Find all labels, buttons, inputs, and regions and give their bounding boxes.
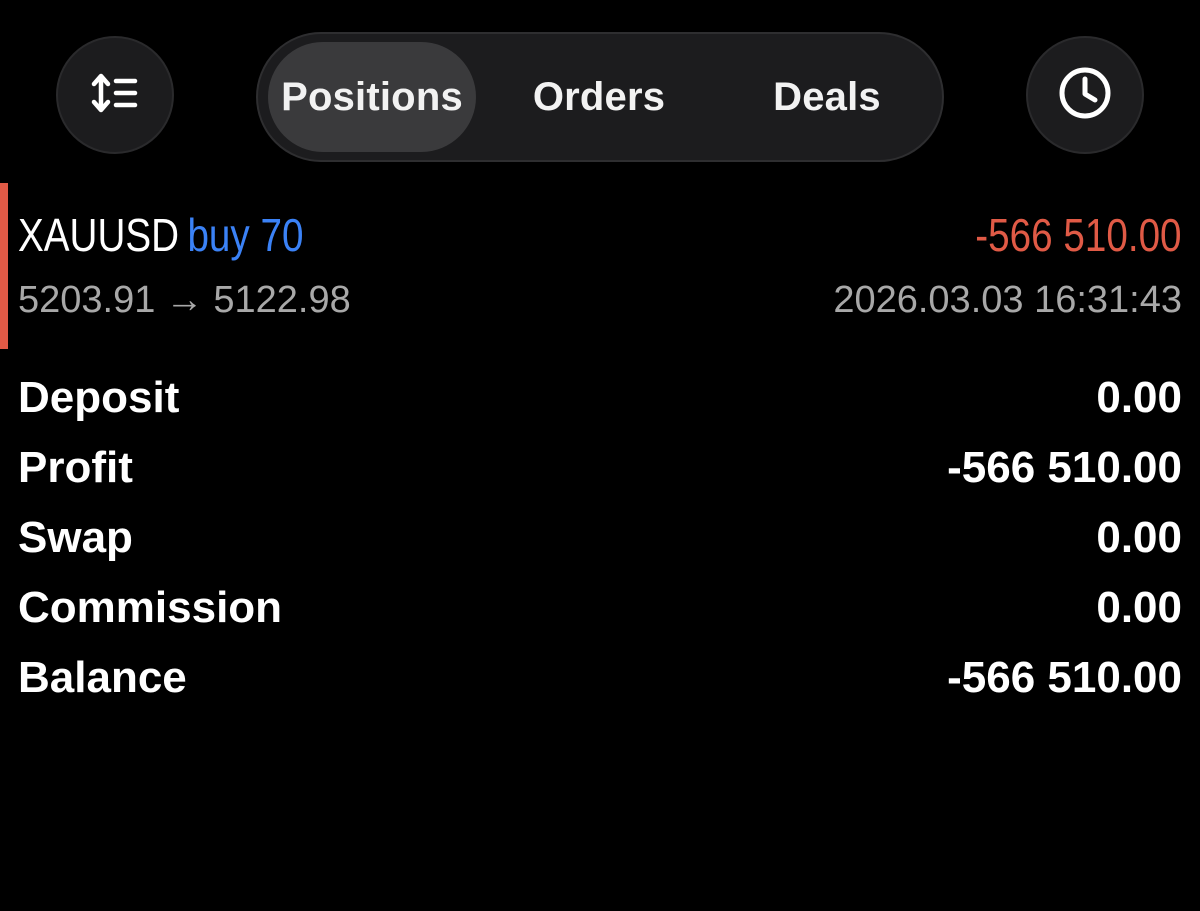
tab-positions[interactable]: Positions: [268, 42, 476, 152]
summary-value: -566 510.00: [947, 653, 1182, 702]
summary-value: -566 510.00: [947, 443, 1182, 492]
tab-orders[interactable]: Orders: [504, 42, 694, 152]
position-prices: 5203.91 → 5122.98: [18, 277, 351, 323]
summary-label: Deposit: [18, 373, 180, 422]
position-side-volume: buy 70: [187, 209, 304, 261]
position-time: 2026.03.03 16:31:43: [833, 279, 1182, 321]
summary-value: 0.00: [1096, 513, 1182, 562]
toolbar: Positions Orders Deals: [0, 0, 1200, 180]
summary-row-deposit: Deposit 0.00: [0, 364, 1200, 434]
summary-row-balance: Balance -566 510.00: [0, 644, 1200, 714]
summary-label: Profit: [18, 443, 133, 492]
position-title: XAUUSD buy 70: [18, 207, 303, 263]
current-price: 5122.98: [213, 279, 351, 321]
position-symbol: XAUUSD: [18, 209, 180, 261]
summary-value: 0.00: [1096, 583, 1182, 632]
summary-label: Balance: [18, 653, 187, 702]
position-profit: -566 510.00: [975, 209, 1182, 261]
sort-button[interactable]: [56, 36, 174, 154]
position-row[interactable]: XAUUSD buy 70 -566 510.00 5203.91 → 5122.98…: [0, 183, 1200, 349]
clock-icon: [1057, 65, 1113, 126]
summary-label: Commission: [18, 583, 283, 632]
open-price: 5203.91: [18, 279, 156, 321]
summary-row-profit: Profit -566 510.00: [0, 434, 1200, 504]
summary-row-swap: Swap 0.00: [0, 504, 1200, 574]
summary-label: Swap: [18, 513, 133, 562]
tab-bar: Positions Orders Deals: [256, 32, 944, 162]
tab-deals[interactable]: Deals: [732, 42, 922, 152]
summary-value: 0.00: [1096, 373, 1182, 422]
loss-indicator-bar: [0, 183, 8, 349]
arrow-right-icon: →: [165, 279, 204, 321]
sort-icon: [91, 71, 139, 120]
summary-row-commission: Commission 0.00: [0, 574, 1200, 644]
history-button[interactable]: [1026, 36, 1144, 154]
account-summary: Deposit 0.00 Profit -566 510.00 Swap 0.0…: [0, 364, 1200, 714]
